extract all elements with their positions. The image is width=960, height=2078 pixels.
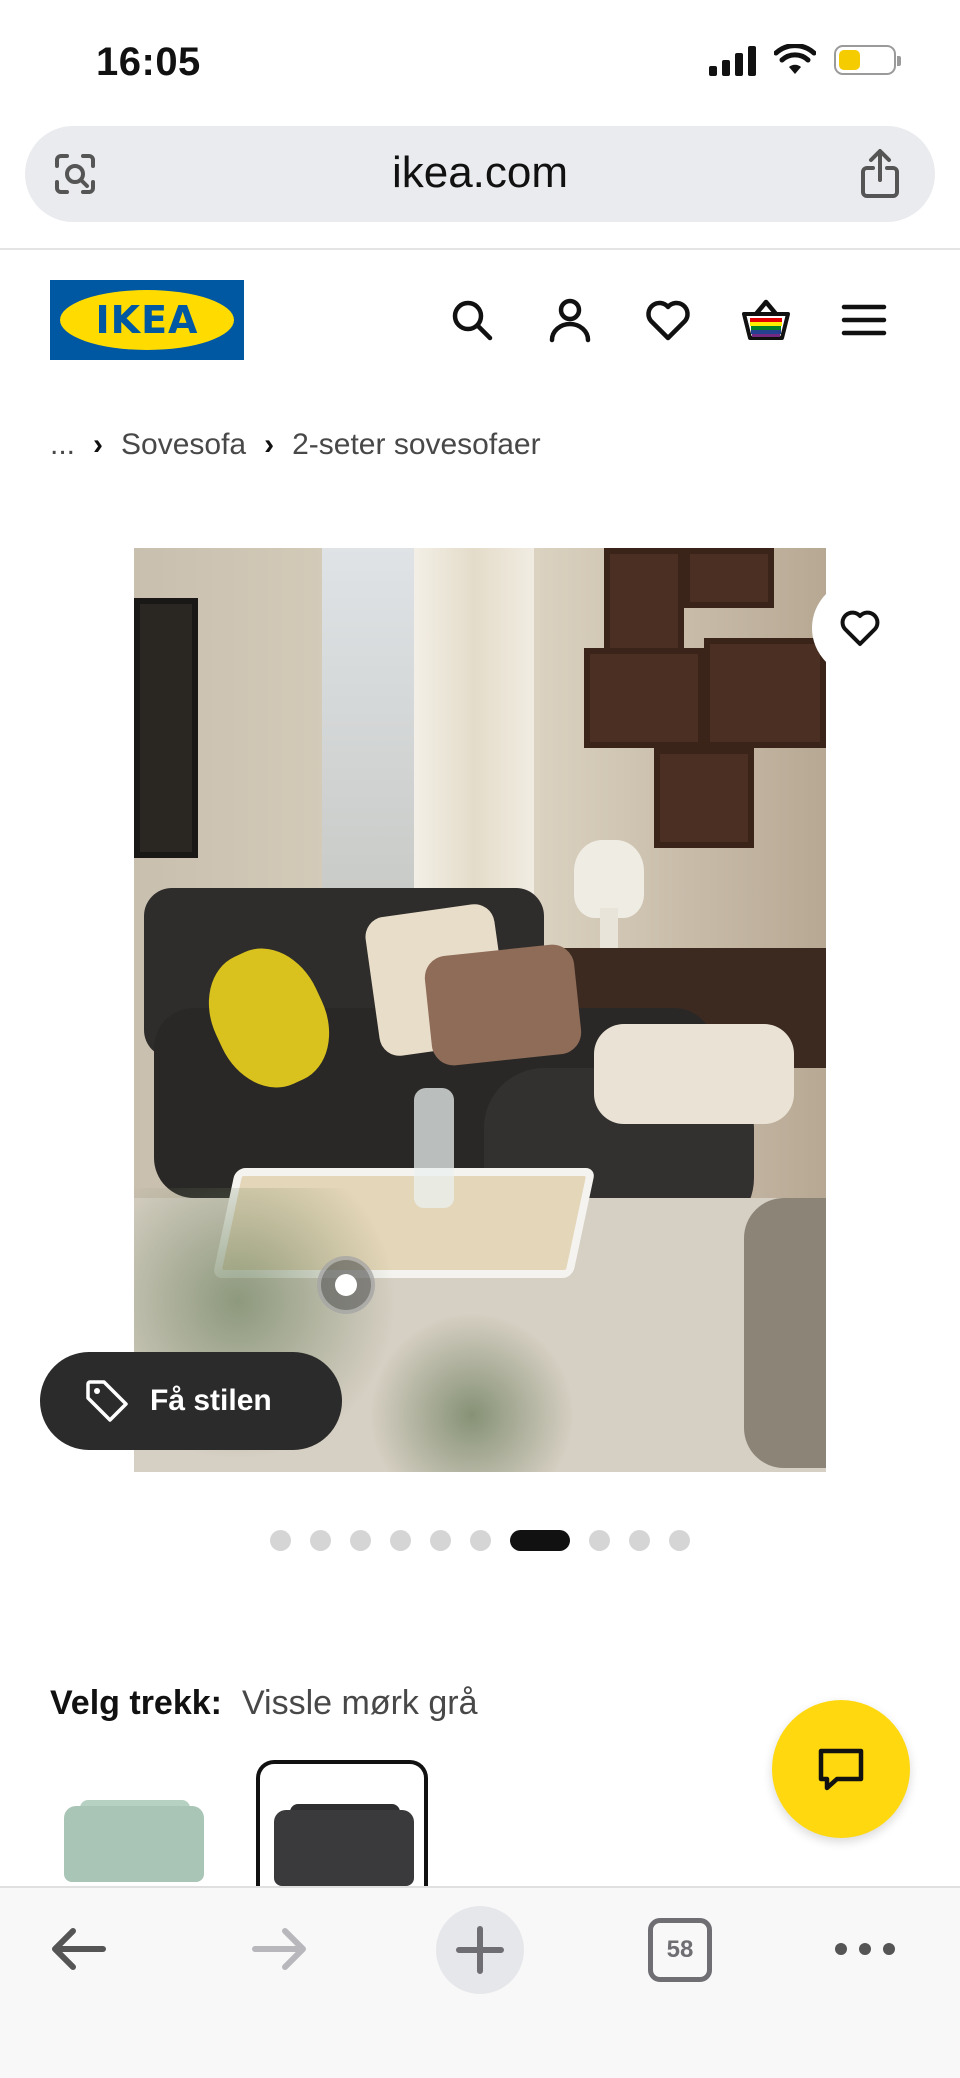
gallery-dot[interactable] [669, 1530, 690, 1551]
gallery-dot[interactable] [470, 1530, 491, 1551]
ikea-logo[interactable]: IKEA [50, 280, 244, 360]
fabric-selector: Velg trekk: Vissle mørk grå [50, 1684, 478, 1723]
save-to-favorites-button[interactable] [812, 580, 908, 676]
share-icon[interactable] [855, 148, 905, 200]
fabric-swatches [50, 1760, 428, 1890]
price-tag-icon [86, 1380, 128, 1422]
product-image[interactable] [134, 548, 826, 1472]
status-time: 16:05 [96, 40, 201, 84]
gallery-dot[interactable] [589, 1530, 610, 1551]
shopping-bag-icon[interactable] [740, 294, 792, 346]
product-hotspot[interactable] [317, 1256, 375, 1314]
forward-arrow-icon [252, 1928, 306, 1970]
more-dots-icon [835, 1943, 895, 1955]
gallery-dot[interactable] [310, 1530, 331, 1551]
breadcrumb-ellipsis[interactable]: ... [50, 428, 75, 462]
browser-toolbar: 58 [0, 1886, 960, 2078]
site-header: IKEA [0, 250, 960, 390]
new-tab-button[interactable] [436, 1906, 524, 1994]
address-bar[interactable]: ikea.com [25, 126, 935, 222]
battery-icon [834, 45, 901, 75]
favorites-heart-icon[interactable] [642, 294, 694, 346]
swatch-dark-grey-selected[interactable] [256, 1760, 428, 1890]
chat-button[interactable] [772, 1700, 910, 1838]
status-icons [709, 44, 901, 76]
account-icon[interactable] [544, 294, 596, 346]
heart-icon [840, 610, 880, 646]
menu-icon[interactable] [838, 294, 890, 346]
breadcrumb-item-2-seter[interactable]: 2-seter sovesofaer [292, 428, 540, 462]
chat-icon [818, 1748, 864, 1791]
gallery-dot[interactable] [270, 1530, 291, 1551]
gallery-pagination [0, 1530, 960, 1551]
wifi-icon [774, 44, 816, 74]
logo-text: IKEA [95, 298, 199, 342]
gallery-dot[interactable] [390, 1530, 411, 1551]
back-button[interactable] [44, 1914, 114, 1984]
search-icon[interactable] [446, 294, 498, 346]
gallery-dot[interactable] [430, 1530, 451, 1551]
plus-icon [456, 1926, 504, 1974]
gallery-dot[interactable] [350, 1530, 371, 1551]
url-text[interactable]: ikea.com [25, 148, 935, 198]
fabric-label: Velg trekk: [50, 1684, 222, 1722]
get-the-look-label: Få stilen [150, 1384, 272, 1417]
breadcrumb-separator: › [93, 428, 104, 461]
breadcrumb-item-sovesofa[interactable]: Sovesofa [121, 428, 246, 462]
tabs-button[interactable]: 58 [648, 1918, 712, 1982]
cellular-signal-icon [709, 44, 756, 76]
swatch-green[interactable] [50, 1760, 222, 1890]
get-the-look-button[interactable]: Få stilen [40, 1352, 342, 1450]
gallery-dot-active[interactable] [510, 1530, 570, 1551]
more-button[interactable] [830, 1914, 900, 1984]
fabric-value: Vissle mørk grå [241, 1684, 478, 1722]
back-arrow-icon [52, 1928, 106, 1970]
breadcrumb-separator: › [264, 428, 275, 461]
breadcrumb: ... › Sovesofa › 2-seter sovesofaer [50, 428, 541, 462]
gallery-dot[interactable] [629, 1530, 650, 1551]
header-icons [446, 294, 890, 346]
status-bar: 16:05 [0, 0, 960, 120]
forward-button[interactable] [244, 1914, 314, 1984]
